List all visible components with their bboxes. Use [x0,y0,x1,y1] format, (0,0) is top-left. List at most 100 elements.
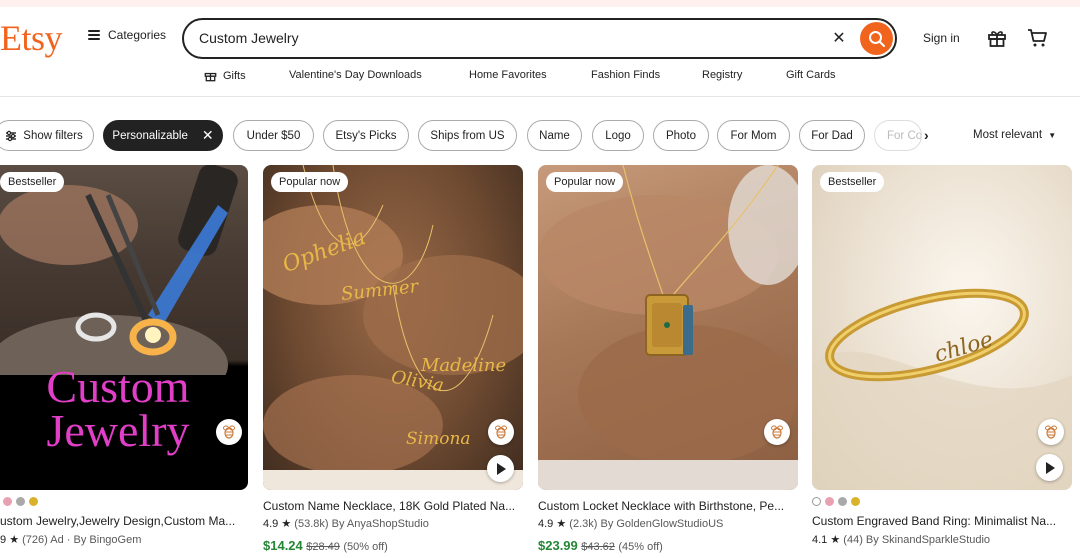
star-icon: ★ [281,518,292,530]
shop-name[interactable]: By GoldenGlowStudioUS [600,518,723,530]
bestseller-badge: Bestseller [0,172,65,192]
product-card[interactable]: Custom Jewelry Bestseller ustom Jewelry,… [0,165,248,546]
original-price: $28.49 [306,541,340,553]
locket-photo [538,165,798,490]
custom-jewelry-overlay-text: Custom Jewelry [0,364,248,456]
swatch-pink [825,497,834,506]
swatch-silver [838,497,847,506]
product-card[interactable]: chloe Bestseller Custom Engraved Band Ri… [812,165,1072,546]
sale-price: $23.99 [538,538,578,553]
favorite-button[interactable] [216,419,242,445]
sort-label: Most relevant [973,129,1043,141]
swatch-white [812,497,821,506]
chip-label: Ships from US [430,129,505,142]
chip-label: For Co [887,129,922,142]
nav-valentines-downloads[interactable]: Valentine's Day Downloads [289,69,422,81]
shop-name[interactable]: By SkinandSparkleStudio [866,534,990,546]
clear-icon[interactable]: ✕ [830,30,848,48]
nav-home-favorites[interactable]: Home Favorites [469,69,547,81]
swatch-gold [29,497,38,506]
favorite-button[interactable] [488,419,514,445]
review-count: (44) [843,534,863,546]
discount: (45% off) [618,541,663,553]
product-title[interactable]: Custom Locket Necklace with Birthstone, … [538,499,798,513]
chip-for-dad[interactable]: For Dad [799,120,865,151]
nav-registry[interactable]: Registry [702,69,742,81]
nav-label: Gift Cards [786,69,836,81]
product-meta: 4.9 ★ (2.3k) By GoldenGlowStudioUS [538,517,723,530]
sign-in-link[interactable]: Sign in [923,31,960,45]
chip-for-mom[interactable]: For Mom [717,120,790,151]
gift-icon[interactable] [987,28,1007,48]
rating-value: 4.9 [263,518,279,530]
bee-icon [495,425,507,439]
popular-now-badge: Popular now [271,172,349,192]
chip-label: For Dad [811,129,853,142]
product-card[interactable]: Popular now Custom Locket Necklace with … [538,165,798,553]
nav-fashion-finds[interactable]: Fashion Finds [591,69,660,81]
search-bar[interactable]: Custom Jewelry ✕ [182,18,897,59]
product-meta: 9 ★ (726) Ad · By BingoGem [0,534,142,546]
search-input[interactable]: Custom Jewelry [199,30,299,46]
bee-icon [223,425,235,439]
star-icon: ★ [556,518,567,530]
star-icon: ★ [830,534,841,546]
chip-logo[interactable]: Logo [592,120,644,151]
product-meta: 4.1 ★ (44) By SkinandSparkleStudio [812,533,990,546]
chip-label: Etsy's Picks [335,129,397,142]
product-title[interactable]: Custom Engraved Band Ring: Minimalist Na… [812,514,1072,528]
bee-icon [771,425,783,439]
header-divider [0,96,1080,97]
chip-name[interactable]: Name [527,120,582,151]
product-title[interactable]: ustom Jewelry,Jewelry Design,Custom Ma..… [0,514,260,528]
chip-ships-from-us[interactable]: Ships from US [418,120,517,151]
nav-label: Fashion Finds [591,69,661,81]
ad-label: Ad [50,534,64,546]
rating-value: 4.1 [812,534,828,546]
chip-photo[interactable]: Photo [653,120,709,151]
chip-personalizable[interactable]: Personalizable ✕ [103,120,223,151]
product-card[interactable]: Ophelia Summer Madeline Olivia Simona Po… [263,165,523,553]
bee-icon [1045,425,1057,439]
original-price: $43.62 [581,541,615,553]
favorite-button[interactable] [764,419,790,445]
price-row: $23.99 $43.62 (45% off) [538,538,663,553]
review-count: (53.8k) [294,518,329,530]
product-title[interactable]: Custom Name Necklace, 18K Gold Plated Na… [263,499,523,513]
product-meta: 4.9 ★ (53.8k) By AnyaShopStudio [263,517,429,530]
nav-label: Registry [702,69,743,81]
chip-etsys-picks[interactable]: Etsy's Picks [323,120,409,151]
play-video-button[interactable] [1036,454,1063,481]
overlay-word: Jewelry [46,405,190,456]
categories-label: Categories [108,28,167,42]
show-filters-button[interactable]: Show filters [0,120,94,151]
categories-button[interactable]: Categories [88,28,166,42]
favorite-button[interactable] [1038,419,1064,445]
nav-label: Valentine's Day Downloads [289,69,422,81]
secondary-nav: Gifts Valentine's Day Downloads Home Fav… [0,69,1080,83]
rating-value: 9 [0,534,7,546]
etsy-logo[interactable]: Etsy [0,16,63,60]
play-icon [1045,461,1055,474]
shop-name[interactable]: By BingoGem [74,534,142,546]
product-image[interactable]: chloe Bestseller [812,165,1072,490]
review-count: (726) [22,534,48,546]
product-image[interactable]: Ophelia Summer Madeline Olivia Simona Po… [263,165,523,490]
nav-gift-cards[interactable]: Gift Cards [786,69,836,81]
swatch-pink [3,497,12,506]
play-video-button[interactable] [487,455,514,482]
chip-for-co[interactable]: For Co [874,120,922,151]
product-image[interactable]: Popular now [538,165,798,490]
chevron-right-icon[interactable]: › [924,127,929,143]
cart-icon[interactable] [1027,28,1049,48]
menu-icon [88,30,100,40]
remove-filter-icon[interactable]: ✕ [202,127,214,144]
search-button[interactable] [860,22,893,55]
product-image[interactable]: Custom Jewelry Bestseller [0,165,248,490]
chip-label: Photo [665,129,697,142]
nav-gifts[interactable]: Gifts [204,69,246,82]
shop-name[interactable]: By AnyaShopStudio [332,518,429,530]
sort-dropdown[interactable]: Most relevant ▼ [973,129,1056,141]
search-icon [868,30,885,47]
chip-under-50[interactable]: Under $50 [233,120,314,151]
